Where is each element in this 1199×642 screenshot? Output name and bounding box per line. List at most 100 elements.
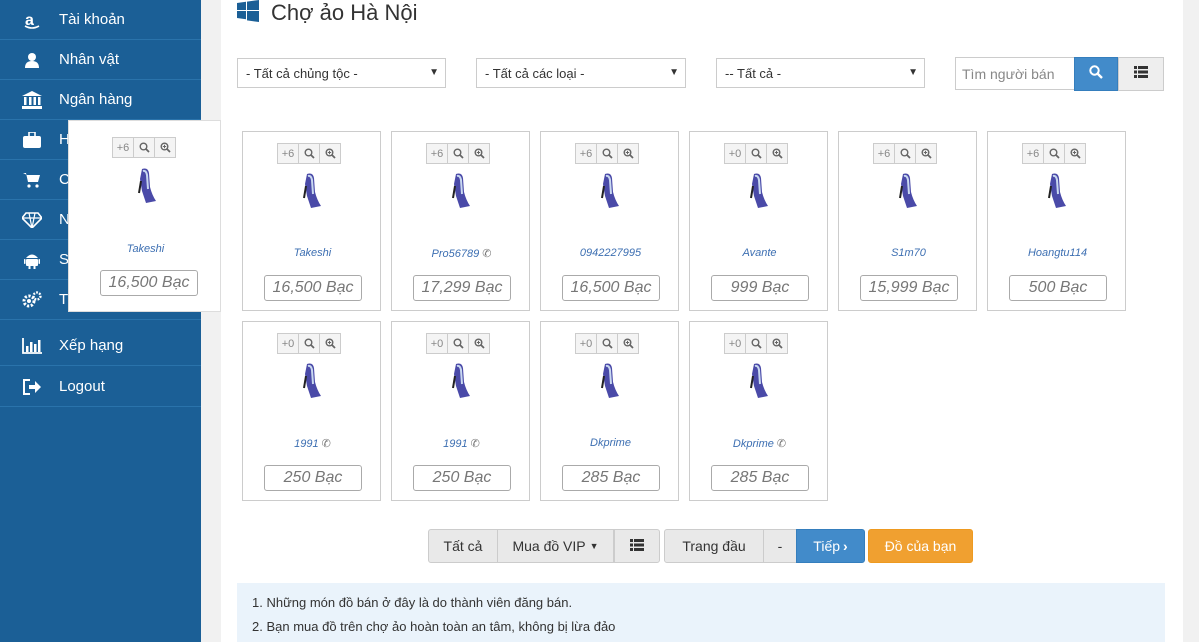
zoom-in-icon[interactable] <box>468 143 490 164</box>
my-items-button[interactable]: Đồ của bạn <box>868 529 973 563</box>
enhance-level-badge[interactable]: +6 <box>1022 143 1044 164</box>
search-icon[interactable] <box>745 143 767 164</box>
item-price: 250 Bạc <box>264 465 362 491</box>
list-view-button[interactable] <box>1118 57 1164 91</box>
item-card[interactable]: +6 Pro56789 ✆ 17,299 Bạc <box>391 131 530 311</box>
enhance-level-badge[interactable]: +0 <box>724 143 746 164</box>
sidebar-item-account[interactable]: a Tài khoản <box>0 0 201 40</box>
sidebar-item-label: Nhân vật <box>59 51 120 68</box>
seller-name[interactable]: S1m70 <box>839 247 978 259</box>
seller-search-input[interactable] <box>955 57 1075 90</box>
item-sprite <box>1042 172 1072 208</box>
search-icon[interactable] <box>596 333 618 354</box>
zoom-in-icon[interactable] <box>319 143 341 164</box>
seller-name[interactable]: Hoangtu114 <box>988 247 1127 259</box>
seller-name[interactable]: Takeshi <box>69 243 222 255</box>
search-icon[interactable] <box>894 143 916 164</box>
item-action-group: +0 <box>724 333 788 354</box>
page-header: Chợ ảo Hà Nội <box>237 0 418 26</box>
search-icon[interactable] <box>745 333 767 354</box>
zoom-in-icon[interactable] <box>915 143 937 164</box>
zoom-in-icon[interactable] <box>468 333 490 354</box>
item-card[interactable]: +0 1991 ✆ 250 Bạc <box>242 321 381 501</box>
enhance-level-badge[interactable]: +6 <box>426 143 448 164</box>
seller-name[interactable]: 1991 ✆ <box>392 437 531 450</box>
seller-name-text: 1991 <box>294 438 319 450</box>
item-action-group: +6 <box>1022 143 1086 164</box>
item-card[interactable]: +0 Avante 999 Bạc <box>689 131 828 311</box>
enhance-level-badge[interactable]: +0 <box>277 333 299 354</box>
search-icon[interactable] <box>298 143 320 164</box>
zoom-in-icon[interactable] <box>617 333 639 354</box>
item-sprite <box>595 172 625 208</box>
sidebar-item-logout[interactable]: Logout <box>0 367 201 407</box>
enhance-level-badge[interactable]: +6 <box>873 143 895 164</box>
enhance-level-badge[interactable]: +6 <box>575 143 597 164</box>
first-page-button[interactable]: Trang đầu <box>664 529 764 563</box>
item-action-group: +0 <box>426 333 490 354</box>
sidebar-item-character[interactable]: Nhân vật <box>0 40 201 80</box>
item-action-group: +0 <box>724 143 788 164</box>
seller-name[interactable]: Avante <box>690 247 829 259</box>
next-page-button[interactable]: Tiếp › <box>796 529 865 563</box>
item-card[interactable]: +0 Dkprime ✆ 285 Bạc <box>689 321 828 501</box>
sidebar-item-bank[interactable]: Ngân hàng <box>0 80 201 120</box>
note-line: 1. Những món đồ bán ở đây là do thành vi… <box>252 595 573 610</box>
seller-name-text: Avante <box>742 247 777 259</box>
seller-name[interactable]: Takeshi <box>243 247 382 259</box>
seller-name[interactable]: 0942227995 <box>541 247 680 259</box>
sidebar-item-label: Ngân hàng <box>59 91 133 108</box>
sidebar-item-ranking[interactable]: Xếp hạng <box>0 326 201 366</box>
item-card[interactable]: +0 1991 ✆ 250 Bạc <box>391 321 530 501</box>
enhance-level-badge[interactable]: +0 <box>426 333 448 354</box>
zoom-in-icon[interactable] <box>319 333 341 354</box>
zoom-in-icon[interactable] <box>154 137 176 158</box>
seller-name-text: Dkprime <box>732 438 774 450</box>
item-action-group: +6 <box>575 143 639 164</box>
race-select[interactable]: - Tất cả chủng tộc - ▼ <box>237 58 446 88</box>
page-dash-button[interactable]: - <box>763 529 797 563</box>
search-icon[interactable] <box>1043 143 1065 164</box>
item-action-group: +6 <box>873 143 937 164</box>
search-button[interactable] <box>1074 57 1118 91</box>
bar-chart-icon <box>22 337 42 355</box>
search-icon[interactable] <box>447 143 469 164</box>
android-icon <box>22 251 42 269</box>
item-sprite <box>446 362 476 398</box>
search-icon[interactable] <box>596 143 618 164</box>
seller-name[interactable]: Dkprime <box>541 437 680 449</box>
race-select-value: - Tất cả chủng tộc - <box>246 65 358 81</box>
list-toggle-button[interactable] <box>614 529 660 563</box>
caret-down-icon: ▼ <box>669 67 679 78</box>
zoom-in-icon[interactable] <box>617 143 639 164</box>
item-card[interactable]: +6 Hoangtu114 500 Bạc <box>987 131 1126 311</box>
search-icon[interactable] <box>298 333 320 354</box>
cart-icon <box>22 171 42 189</box>
item-action-group: +6 <box>426 143 490 164</box>
seller-name[interactable]: Dkprime ✆ <box>690 437 829 450</box>
chevron-right-icon: › <box>843 538 848 554</box>
item-card[interactable]: +6 0942227995 16,500 Bạc <box>540 131 679 311</box>
all-button[interactable]: Tất cả <box>428 529 498 563</box>
zoom-in-icon[interactable] <box>766 143 788 164</box>
item-card[interactable]: +6 S1m70 15,999 Bạc <box>838 131 977 311</box>
enhance-level-badge[interactable]: +0 <box>724 333 746 354</box>
phone-icon: ✆ <box>482 248 492 260</box>
enhance-level-badge[interactable]: +0 <box>575 333 597 354</box>
zoom-in-icon[interactable] <box>1064 143 1086 164</box>
item-card[interactable]: +6 Takeshi 16,500 Bạc <box>242 131 381 311</box>
item-card[interactable]: +0 Dkprime 285 Bạc <box>540 321 679 501</box>
other-select[interactable]: -- Tất cả - ▼ <box>716 58 925 88</box>
enhance-level-badge[interactable]: +6 <box>277 143 299 164</box>
user-icon <box>22 51 42 69</box>
seller-name[interactable]: 1991 ✆ <box>243 437 382 450</box>
search-icon[interactable] <box>447 333 469 354</box>
enhance-level-badge[interactable]: +6 <box>112 137 134 158</box>
type-select[interactable]: - Tất cả các loại - ▼ <box>476 58 686 88</box>
seller-name[interactable]: Pro56789 ✆ <box>392 247 531 260</box>
vip-dropdown-button[interactable]: Mua đồ VIP ▼ <box>497 529 614 563</box>
search-icon[interactable] <box>133 137 155 158</box>
type-select-value: - Tất cả các loại - <box>485 65 585 81</box>
zoom-in-icon[interactable] <box>766 333 788 354</box>
caret-down-icon: ▼ <box>908 67 918 78</box>
